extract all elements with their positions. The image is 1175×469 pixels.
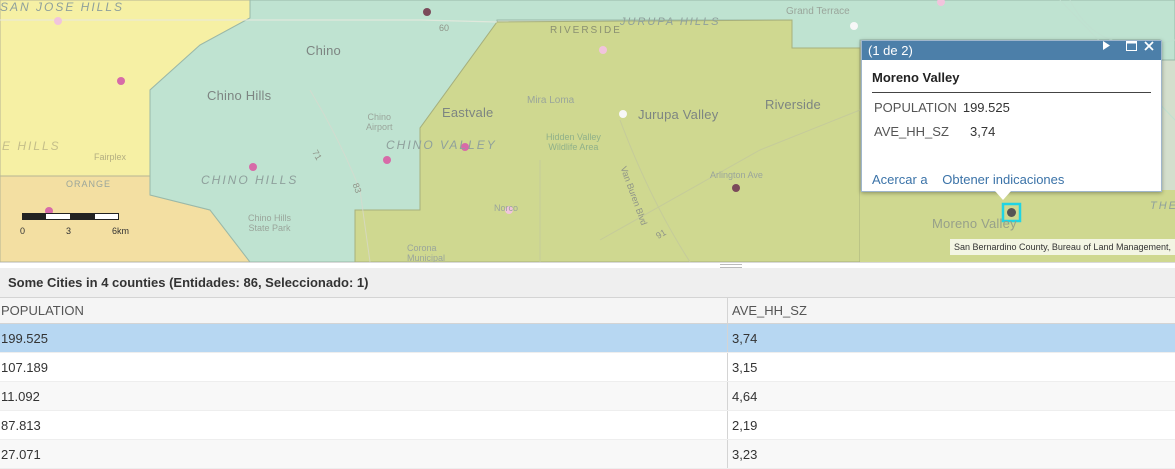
- close-icon[interactable]: [1144, 41, 1160, 60]
- next-feature-icon[interactable]: [1102, 41, 1118, 60]
- place-label: SAN JOSE HILLS: [0, 0, 125, 14]
- place-label: Chino Airport: [366, 112, 393, 132]
- popup-counter: (1 de 2): [868, 43, 913, 58]
- cell-ave-hh-sz: 2,19: [732, 418, 758, 433]
- place-label: Jurupa Valley: [638, 107, 719, 122]
- cell-population: 199.525: [0, 324, 728, 352]
- scale-tick-label: 3: [66, 226, 72, 236]
- attribute-table: Some Cities in 4 counties (Entidades: 86…: [0, 268, 1175, 469]
- cell-ave-hh-sz: 4,64: [732, 389, 758, 404]
- place-label: Chino Hills State Park: [248, 213, 292, 233]
- table-row[interactable]: 87.813 2,19: [0, 411, 1175, 440]
- city-point: [249, 163, 257, 171]
- field-value: 199.525: [962, 100, 1010, 115]
- place-label: THE: [1150, 200, 1175, 212]
- place-label: Moreno Valley: [932, 216, 1017, 231]
- place-label: JURUPA HILLS: [620, 16, 721, 28]
- place-label: Fairplex: [94, 152, 127, 162]
- field-label: AVE_HH_SZ: [874, 124, 949, 139]
- column-header-population[interactable]: POPULATION: [0, 298, 728, 323]
- scale-tick-label: 0: [20, 226, 26, 236]
- city-point: [850, 22, 858, 30]
- cell-ave-hh-sz: 3,74: [732, 331, 758, 346]
- place-label: Chino: [306, 43, 341, 58]
- place-label: CHINO HILLS: [201, 173, 299, 187]
- place-label: Chino Hills: [207, 88, 272, 103]
- popup-field-row: POPULATION 199.525: [874, 96, 1161, 120]
- column-header-ave-hh-sz[interactable]: AVE_HH_SZ: [728, 298, 807, 323]
- table-row[interactable]: 27.071 3,23: [0, 440, 1175, 469]
- zoom-to-link[interactable]: Acercar a: [872, 172, 928, 187]
- city-point: [599, 46, 607, 54]
- place-label: Mira Loma: [527, 95, 575, 106]
- place-label: Grand Terrace: [786, 6, 850, 17]
- table-row[interactable]: 11.092 4,64: [0, 382, 1175, 411]
- cell-ave-hh-sz: 3,23: [732, 447, 758, 462]
- map-attribution: San Bernardino County, Bureau of Land Ma…: [950, 239, 1175, 255]
- place-label: Corona Municipal: [407, 243, 446, 262]
- map-view[interactable]: SAN JOSE HILLS Chino Chino Hills CHINO H…: [0, 0, 1175, 262]
- place-label: Hidden Valley Wildlife Area: [546, 132, 601, 152]
- popup-actions: Acercar a Obtener indicaciones: [872, 172, 1075, 187]
- place-label: Arlington Ave: [710, 170, 763, 180]
- scale-tick-label: 6km: [112, 226, 130, 236]
- table-row[interactable]: 199.525 3,74: [0, 324, 1175, 353]
- place-label: E HILLS: [2, 139, 61, 153]
- place-label: Norco: [494, 203, 519, 213]
- cell-population: 107.189: [0, 353, 728, 381]
- feature-popup: (1 de 2) Moreno Valley POPULATION 199.525…: [861, 40, 1162, 200]
- place-label: ORANGE: [66, 179, 112, 189]
- place-label: CHINO VALLEY: [386, 138, 497, 152]
- city-point: [423, 8, 431, 16]
- cell-population: 87.813: [0, 411, 728, 439]
- popup-title: Moreno Valley: [872, 70, 1151, 93]
- table-row[interactable]: 107.189 3,15: [0, 353, 1175, 382]
- popup-header: (1 de 2): [862, 41, 1161, 60]
- field-value: 3,74: [970, 124, 996, 139]
- table-title: Some Cities in 4 counties (Entidades: 86…: [0, 268, 1175, 298]
- cell-population: 27.071: [0, 440, 728, 468]
- field-label: POPULATION: [874, 100, 957, 115]
- city-point: [383, 156, 391, 164]
- city-point: [54, 17, 62, 25]
- place-label: Riverside: [765, 97, 821, 112]
- city-point: [619, 110, 627, 118]
- cell-population: 11.092: [0, 382, 728, 410]
- get-directions-link[interactable]: Obtener indicaciones: [942, 172, 1064, 187]
- city-point: [732, 184, 740, 192]
- road-label: 60: [439, 23, 450, 33]
- cell-ave-hh-sz: 3,15: [732, 360, 758, 375]
- place-label: Eastvale: [442, 105, 494, 120]
- scale-bar: 0 3 6km: [20, 213, 129, 237]
- popup-fields: POPULATION 199.525 AVE_HH_SZ 3,74: [862, 96, 1161, 144]
- popup-field-row: AVE_HH_SZ 3,74: [874, 120, 1161, 144]
- place-label: RIVERSIDE: [550, 25, 622, 36]
- city-point: [117, 77, 125, 85]
- maximize-icon[interactable]: [1126, 41, 1142, 60]
- popup-pointer: [995, 191, 1011, 200]
- table-header: POPULATION AVE_HH_SZ: [0, 298, 1175, 324]
